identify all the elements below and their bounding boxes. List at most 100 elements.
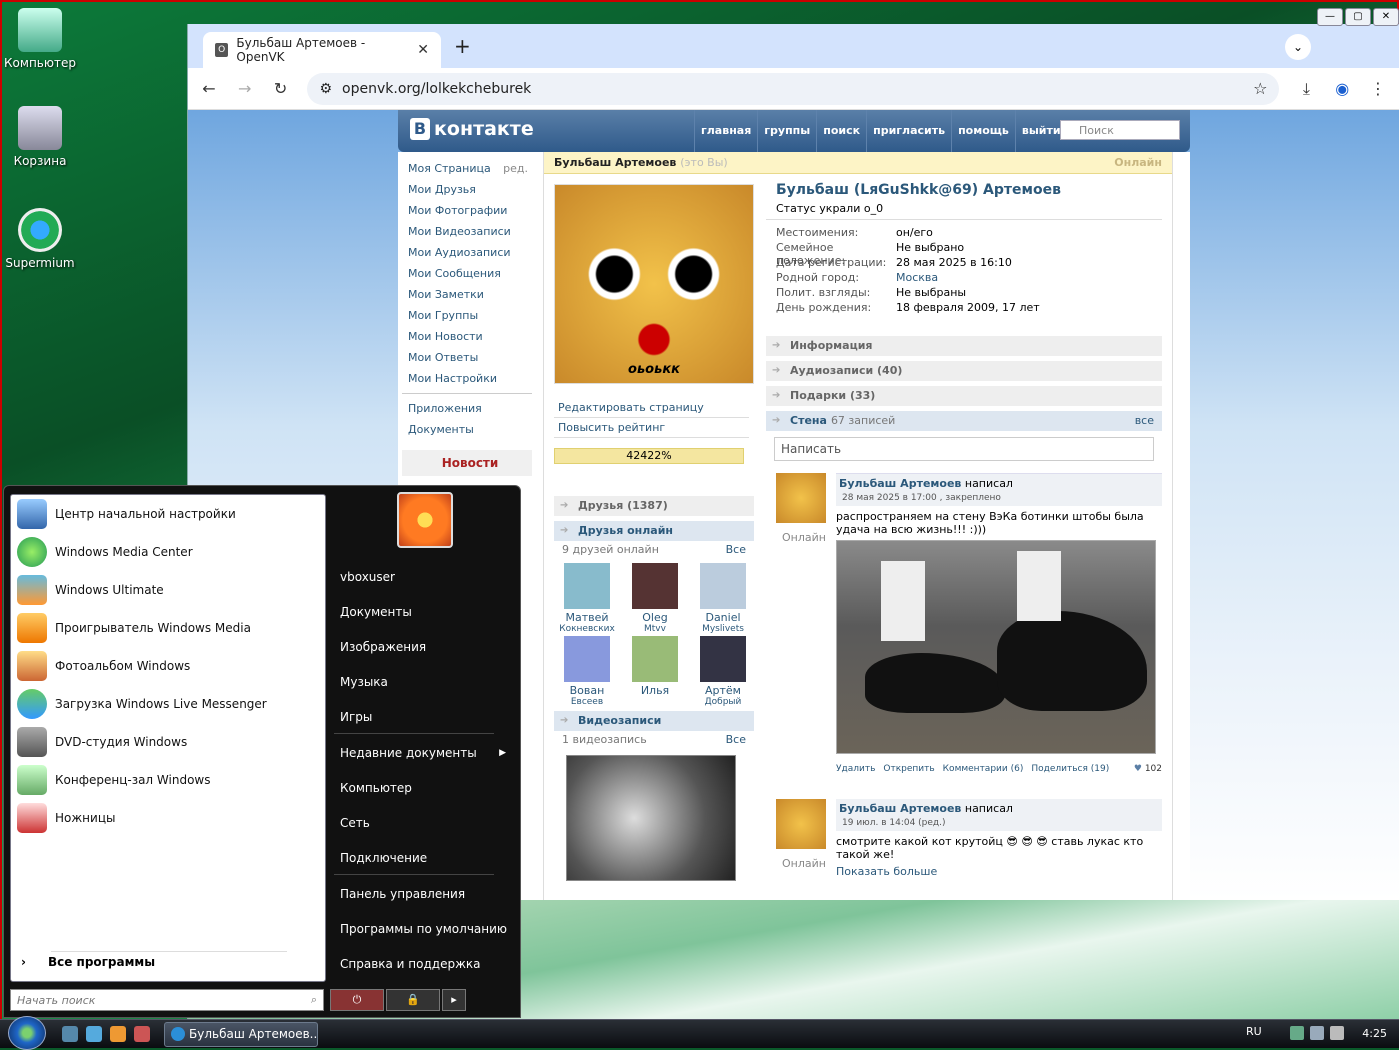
- snipping-quicklaunch-icon[interactable]: [134, 1026, 150, 1042]
- menu-photos[interactable]: Мои Фотографии: [402, 200, 532, 221]
- nav-invite[interactable]: пригласить: [866, 110, 951, 152]
- start-item-media-center[interactable]: Windows Media Center: [11, 533, 325, 571]
- place-help[interactable]: Справка и поддержка: [334, 953, 514, 988]
- friend-card[interactable]: Daniel Myslivets: [690, 563, 756, 634]
- friend-card[interactable]: Артём Добрый: [690, 636, 756, 707]
- new-tab-icon[interactable]: +: [454, 34, 471, 58]
- wall-all-link[interactable]: все: [1135, 411, 1162, 431]
- maximize-button[interactable]: ▢: [1345, 8, 1371, 26]
- user-avatar[interactable]: [397, 492, 453, 548]
- menu-settings[interactable]: Мои Настройки: [402, 368, 532, 389]
- start-item-photo-gallery[interactable]: Фотоальбом Windows: [11, 647, 325, 685]
- menu-messages[interactable]: Мои Сообщения: [402, 263, 532, 284]
- post-comments-link[interactable]: Комментарии (6): [943, 764, 1024, 774]
- close-tab-icon[interactable]: ✕: [417, 42, 429, 58]
- start-item-snipping-tool[interactable]: Ножницы: [11, 799, 325, 837]
- taskbar-window-button[interactable]: Бульбаш Артемоев...: [164, 1022, 318, 1047]
- menu-documents[interactable]: Документы: [402, 419, 532, 440]
- place-network[interactable]: Сеть: [334, 812, 514, 847]
- browser-tab[interactable]: O Бульбаш Артемоев - OpenVK ✕: [203, 32, 441, 68]
- desktop-icon-computer[interactable]: Компьютер: [2, 8, 78, 70]
- tab-search-icon[interactable]: ⌄: [1285, 34, 1311, 60]
- audio-section[interactable]: Аудиозаписи (40): [766, 361, 1162, 381]
- place-recent[interactable]: Недавние документы ▶: [334, 742, 514, 777]
- download-icon[interactable]: ⤓: [1297, 79, 1315, 99]
- wall-post-input[interactable]: Написать: [774, 437, 1154, 461]
- friend-card[interactable]: Илья: [622, 636, 688, 707]
- start-item-live-messenger[interactable]: Загрузка Windows Live Messenger: [11, 685, 325, 723]
- post-photo[interactable]: [836, 540, 1156, 754]
- start-orb-icon[interactable]: [8, 1016, 46, 1050]
- menu-icon[interactable]: ⋮: [1369, 79, 1387, 98]
- power-options-arrow-icon[interactable]: ▸: [442, 989, 466, 1011]
- friend-card[interactable]: Вован Евсеев: [554, 636, 620, 707]
- post-delete-link[interactable]: Удалить: [836, 764, 875, 774]
- language-indicator[interactable]: RU: [1246, 1025, 1262, 1038]
- profile-status[interactable]: Статус украли о_0: [766, 198, 1162, 220]
- place-computer[interactable]: Компьютер: [334, 777, 514, 812]
- post-author-link[interactable]: Бульбаш Артемоев: [839, 802, 961, 815]
- menu-notes[interactable]: Мои Заметки: [402, 284, 532, 305]
- place-documents[interactable]: Документы: [334, 601, 514, 636]
- menu-apps[interactable]: Приложения: [402, 398, 532, 419]
- nav-help[interactable]: помощь: [951, 110, 1015, 152]
- start-item-ultimate[interactable]: Windows Ultimate: [11, 571, 325, 609]
- place-user[interactable]: vboxuser: [334, 566, 514, 601]
- show-more-link[interactable]: Показать больше: [836, 865, 1162, 878]
- menu-friends[interactable]: Мои Друзья: [402, 179, 532, 200]
- start-search-input[interactable]: Начать поиск ⌕: [10, 989, 324, 1011]
- bookmark-star-icon[interactable]: ☆: [1253, 79, 1267, 98]
- post-author-link[interactable]: Бульбаш Артемоев: [839, 477, 961, 490]
- minimize-button[interactable]: —: [1317, 8, 1343, 26]
- all-programs-button[interactable]: › Все программы: [21, 955, 155, 969]
- volume-icon[interactable]: [1330, 1026, 1344, 1040]
- power-button-icon[interactable]: ⏻: [330, 989, 384, 1011]
- start-item-media-player[interactable]: Проигрыватель Windows Media: [11, 609, 325, 647]
- back-icon[interactable]: ←: [200, 79, 218, 98]
- start-item-welcome-center[interactable]: Центр начальной настройки: [11, 495, 325, 533]
- menu-my-page[interactable]: Моя Страница ред.: [402, 158, 532, 179]
- address-bar[interactable]: ⚙ openvk.org/lolkekcheburek ☆: [307, 72, 1280, 105]
- friends-section[interactable]: Друзья (1387): [554, 496, 754, 516]
- place-games[interactable]: Игры: [334, 706, 514, 741]
- menu-news[interactable]: Мои Новости: [402, 326, 532, 347]
- profile-icon[interactable]: ◉: [1333, 79, 1351, 98]
- vk-logo[interactable]: В контакте: [410, 118, 534, 140]
- switch-windows-icon[interactable]: [62, 1026, 78, 1042]
- menu-audios[interactable]: Мои Аудиозаписи: [402, 242, 532, 263]
- hometown-link[interactable]: Москва: [896, 271, 938, 286]
- menu-videos[interactable]: Мои Видеозаписи: [402, 221, 532, 242]
- info-section[interactable]: Информация: [766, 336, 1162, 356]
- videos-all-link[interactable]: Все: [726, 731, 746, 749]
- menu-edit-link[interactable]: ред.: [503, 158, 532, 179]
- show-desktop-icon[interactable]: [86, 1026, 102, 1042]
- friends-online-section[interactable]: Друзья онлайн: [554, 521, 754, 541]
- friend-card[interactable]: Oleg Mtvv: [622, 563, 688, 634]
- start-item-dvd-maker[interactable]: DVD-студия Windows: [11, 723, 325, 761]
- post-share-link[interactable]: Поделиться (19): [1031, 764, 1109, 774]
- profile-avatar[interactable]: оьоькк: [554, 184, 754, 384]
- place-music[interactable]: Музыка: [334, 671, 514, 706]
- news-header[interactable]: Новости: [402, 450, 532, 476]
- media-player-quicklaunch-icon[interactable]: [110, 1026, 126, 1042]
- site-info-icon[interactable]: ⚙: [319, 81, 332, 97]
- vk-search-input[interactable]: Поиск: [1060, 120, 1180, 140]
- post-unpin-link[interactable]: Открепить: [883, 764, 934, 774]
- edit-page-link[interactable]: Редактировать страницу: [554, 398, 749, 418]
- nav-home[interactable]: главная: [694, 110, 757, 152]
- close-window-button[interactable]: ✕: [1373, 8, 1399, 26]
- place-connect[interactable]: Подключение: [334, 847, 514, 882]
- menu-groups[interactable]: Мои Группы: [402, 305, 532, 326]
- nav-logout[interactable]: выйти: [1014, 110, 1067, 152]
- gifts-section[interactable]: Подарки (33): [766, 386, 1162, 406]
- place-control-panel[interactable]: Панель управления: [334, 883, 514, 918]
- post-author-avatar[interactable]: [776, 473, 826, 523]
- place-default-programs[interactable]: Программы по умолчанию: [334, 918, 514, 953]
- clock[interactable]: 4:25: [1362, 1027, 1387, 1040]
- place-pictures[interactable]: Изображения: [334, 636, 514, 671]
- desktop-icon-recycle-bin[interactable]: Корзина: [2, 106, 78, 168]
- boost-rating-link[interactable]: Повысить рейтинг: [554, 418, 749, 438]
- forward-icon[interactable]: →: [236, 79, 254, 98]
- tray-app-icon[interactable]: [1290, 1026, 1304, 1040]
- menu-answers[interactable]: Мои Ответы: [402, 347, 532, 368]
